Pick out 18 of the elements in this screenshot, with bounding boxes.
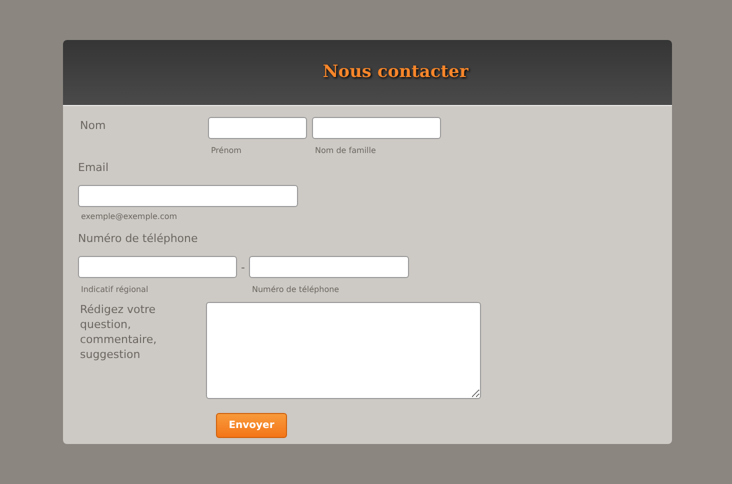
field-label: Rédigez votre question, commentaire, suggestion: [79, 302, 158, 363]
field-label: Nom: [79, 118, 107, 134]
name-input[interactable]: [312, 117, 441, 139]
field-hint: Prénom: [211, 145, 242, 157]
separator-text: -: [241, 260, 245, 276]
phone-input[interactable]: [248, 256, 409, 278]
field-hint: Numéro de téléphone: [252, 284, 340, 296]
message-textarea[interactable]: [206, 302, 481, 399]
email-input[interactable]: [78, 185, 298, 207]
phone-input[interactable]: [78, 256, 237, 278]
form-title: Nous contacter: [322, 60, 468, 84]
name-input[interactable]: [208, 117, 307, 139]
field-hint: Indicatif régional: [81, 284, 150, 296]
field-label: Email: [78, 160, 110, 176]
field-label: Numéro de téléphone: [78, 231, 199, 247]
submit-button[interactable]: Envoyer: [216, 413, 287, 438]
field-hint: exemple@exemple.com: [81, 211, 178, 223]
field-hint: Nom de famille: [315, 145, 377, 157]
